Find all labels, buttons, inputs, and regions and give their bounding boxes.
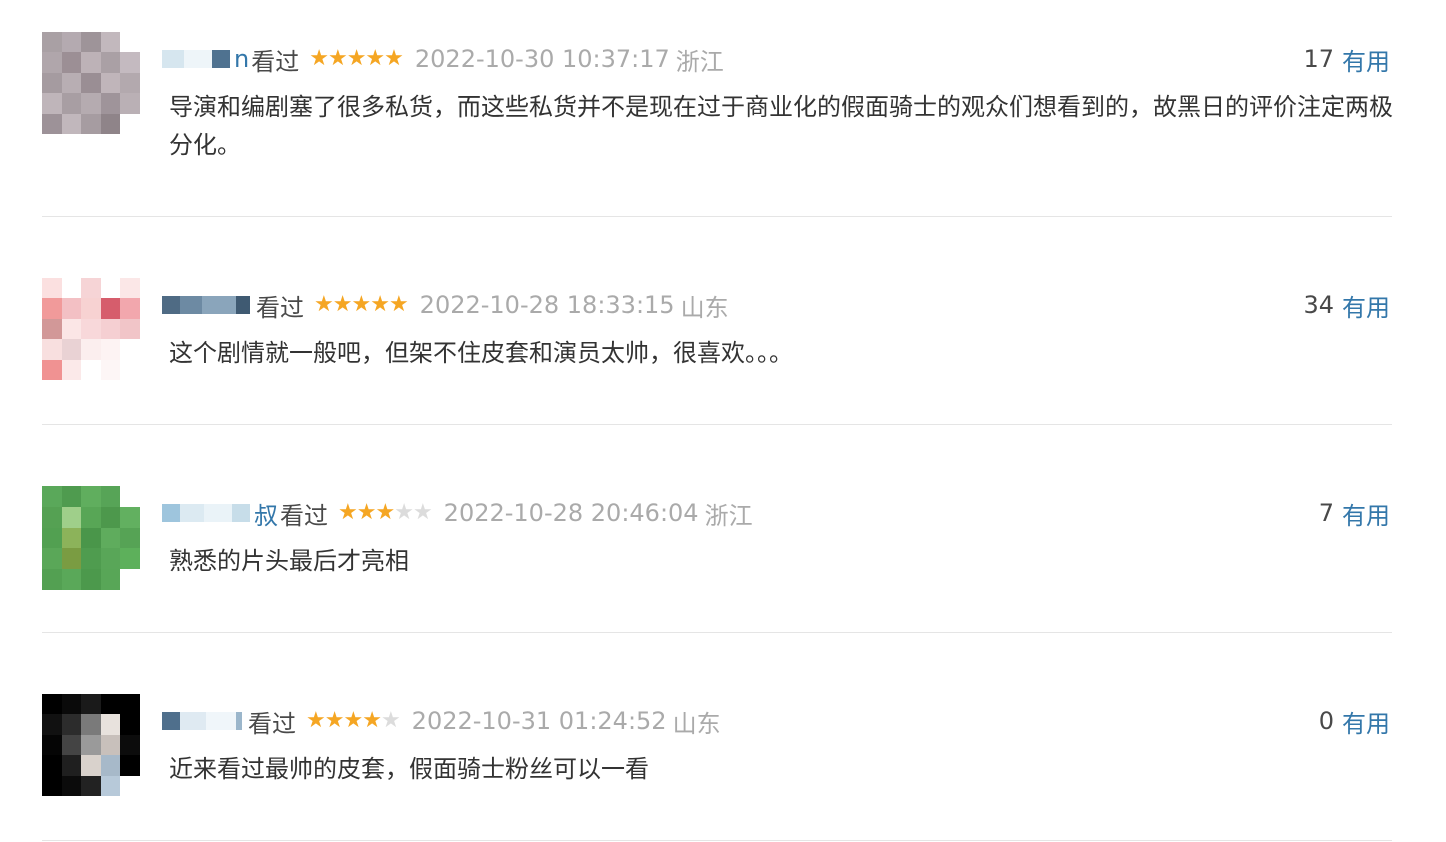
comment-text: 导演和编剧塞了很多私货，而这些私货并不是现在过于商业化的假面骑士的观众们想看到的… xyxy=(169,93,1393,159)
avatar[interactable] xyxy=(42,694,140,796)
star-icon: ★ xyxy=(380,708,401,733)
vote-count: 34 xyxy=(1303,291,1334,319)
avatar[interactable] xyxy=(42,32,140,134)
comment-meta: 看过 ★ ★ ★ ★ ★ 2022-10-28 18:33:15 山东 xyxy=(162,288,729,322)
comment-text: 熟悉的片头最后才亮相 xyxy=(169,547,409,575)
watch-status: 看过 xyxy=(248,709,296,738)
username-blurred[interactable] xyxy=(162,48,230,70)
vote-count: 0 xyxy=(1318,707,1334,735)
star-icon: ★ xyxy=(412,500,433,525)
comment-meta: 叔 看过 ★ ★ ★ ★ ★ 2022-10-28 20:46:04 浙江 xyxy=(162,496,753,530)
vote-area: 0 有用 xyxy=(1319,704,1390,738)
comment-text: 近来看过最帅的皮套，假面骑士粉丝可以一看 xyxy=(169,755,649,783)
comment-meta: n 看过 ★ ★ ★ ★ ★ 2022-10-30 10:37:17 浙江 xyxy=(162,42,724,76)
star-icon: ★ xyxy=(309,46,329,71)
vote-count: 7 xyxy=(1318,499,1334,527)
avatar[interactable] xyxy=(42,486,140,590)
useful-button[interactable]: 有用 xyxy=(1342,496,1390,531)
rating-stars: ★ ★ ★ ★ ★ xyxy=(306,708,401,733)
star-icon: ★ xyxy=(327,46,348,71)
comment-time: 2022-10-28 20:46:04 xyxy=(443,499,699,527)
watch-status: 看过 xyxy=(251,47,300,76)
username-link[interactable]: n xyxy=(234,45,249,73)
star-icon: ★ xyxy=(343,708,363,733)
star-icon: ★ xyxy=(314,292,334,317)
star-icon: ★ xyxy=(346,46,367,71)
comment-time: 2022-10-30 10:37:17 xyxy=(414,45,670,73)
comment-location: 浙江 xyxy=(704,501,753,530)
rating-stars: ★ ★ ★ ★ ★ xyxy=(309,46,404,71)
star-icon: ★ xyxy=(362,708,382,733)
comment-text: 这个剧情就一般吧，但架不住皮套和演员太帅，很喜欢。。。 xyxy=(169,339,793,367)
comment-location: 山东 xyxy=(672,709,721,738)
username-blurred[interactable] xyxy=(162,502,250,524)
vote-area: 34 有用 xyxy=(1303,288,1390,322)
avatar[interactable] xyxy=(42,278,140,380)
star-icon: ★ xyxy=(394,500,414,525)
useful-button[interactable]: 有用 xyxy=(1342,288,1390,323)
star-icon: ★ xyxy=(388,292,409,317)
star-icon: ★ xyxy=(370,292,390,317)
star-icon: ★ xyxy=(306,708,326,733)
rating-stars: ★ ★ ★ ★ ★ xyxy=(338,500,433,525)
comment-location: 山东 xyxy=(680,293,729,322)
vote-area: 17 有用 xyxy=(1303,42,1390,76)
useful-button[interactable]: 有用 xyxy=(1342,704,1390,739)
star-icon: ★ xyxy=(324,708,345,733)
vote-count: 17 xyxy=(1303,45,1334,73)
useful-button[interactable]: 有用 xyxy=(1342,42,1390,77)
star-icon: ★ xyxy=(365,46,385,71)
username-blurred[interactable] xyxy=(162,294,250,316)
rating-stars: ★ ★ ★ ★ ★ xyxy=(314,292,409,317)
star-icon: ★ xyxy=(338,500,358,525)
star-icon: ★ xyxy=(384,46,404,71)
star-icon: ★ xyxy=(351,292,371,317)
vote-area: 7 有用 xyxy=(1319,496,1390,530)
star-icon: ★ xyxy=(356,500,377,525)
watch-status: 看过 xyxy=(256,293,304,322)
comment-location: 浙江 xyxy=(675,47,724,76)
comment-time: 2022-10-31 01:24:52 xyxy=(411,707,667,735)
comment-meta: 看过 ★ ★ ★ ★ ★ 2022-10-31 01:24:52 山东 xyxy=(162,704,721,738)
star-icon: ★ xyxy=(375,500,395,525)
watch-status: 看过 xyxy=(280,501,328,530)
comment-time: 2022-10-28 18:33:15 xyxy=(419,291,675,319)
star-icon: ★ xyxy=(332,292,353,317)
username-link[interactable]: 叔 xyxy=(254,496,278,531)
username-blurred[interactable] xyxy=(162,710,242,732)
